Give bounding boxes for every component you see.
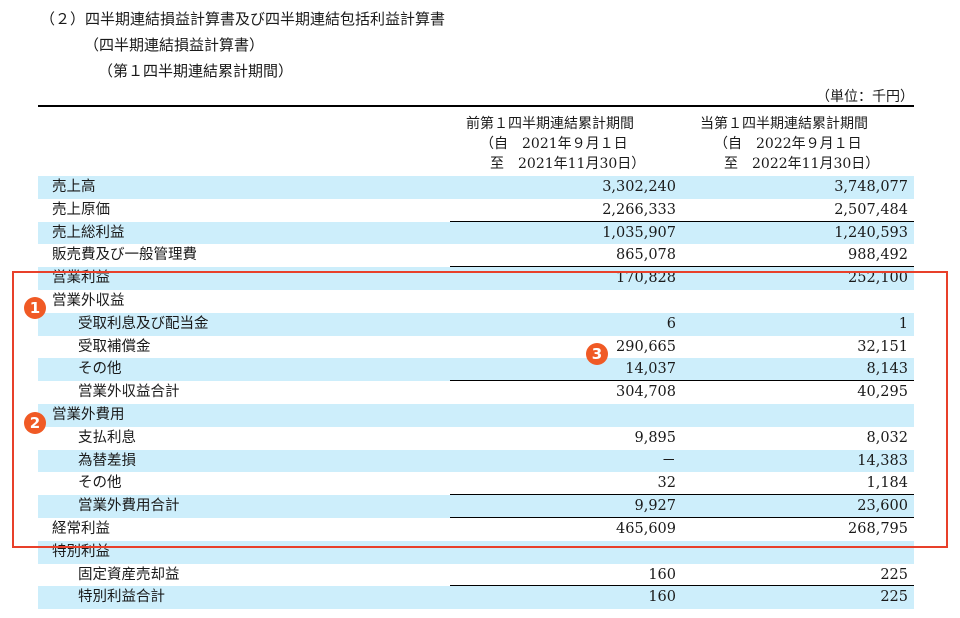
row-value-curr: 3,748,077	[834, 179, 908, 195]
statement-subtitle: （四半期連結損益計算書）	[84, 36, 265, 54]
row-value-curr: 225	[880, 589, 908, 606]
statement-title: （２）四半期連結損益計算書及び四半期連結包括利益計算書	[40, 10, 446, 28]
column-curr-title: 当第１四半期連結累計期間	[700, 116, 868, 132]
row-value-prev: 865,078	[616, 247, 676, 264]
row-value-curr: 1,240,593	[834, 224, 908, 241]
row-value-curr: 988,492	[848, 247, 908, 264]
highlight-box	[12, 271, 948, 548]
row-value-prev: 3,302,240	[602, 179, 676, 195]
column-prev-title: 前第１四半期連結累計期間	[466, 116, 634, 132]
column-header-prev: 前第１四半期連結累計期間 （自 2021年９月１日 至 2021年11月30日）	[466, 114, 645, 174]
row-label: 販売費及び一般管理費	[52, 247, 197, 264]
row-value-prev: 160	[648, 589, 676, 606]
row-label: 売上総利益	[52, 224, 125, 241]
row-value-prev: 2,266,333	[602, 201, 676, 218]
table-row: 売上原価 2,266,333 2,507,484	[38, 199, 914, 222]
period-subtitle: （第１四半期連結累計期間）	[98, 62, 294, 80]
table-row: 売上総利益 1,035,907 1,240,593	[38, 221, 914, 245]
row-label: 売上高	[52, 179, 96, 195]
unit-label: （単位：千円）	[816, 89, 914, 105]
row-value-prev: 160	[648, 566, 676, 583]
table-row: 固定資産売却益 160 225	[38, 564, 914, 587]
table-top-rule	[38, 105, 914, 107]
row-label: 売上原価	[52, 201, 110, 218]
annotation-badge-2: 2	[24, 412, 46, 434]
row-value-curr: 225	[880, 566, 908, 583]
row-label: 固定資産売却益	[78, 566, 180, 583]
table-row: 特別利益合計 160 225	[38, 586, 914, 610]
column-curr-from: （自 2022年９月１日	[714, 136, 862, 152]
table-row: 売上高 3,302,240 3,748,077	[38, 176, 914, 199]
row-value-curr: 2,507,484	[834, 201, 908, 218]
table-row: 販売費及び一般管理費 865,078 988,492	[38, 244, 914, 267]
annotation-badge-3: 3	[586, 343, 608, 365]
column-curr-to: 至 2022年11月30日）	[724, 156, 880, 172]
column-prev-to: 至 2021年11月30日）	[490, 156, 646, 172]
annotation-badge-1: 1	[24, 297, 46, 319]
column-prev-from: （自 2021年９月１日	[480, 136, 628, 152]
column-header-curr: 当第１四半期連結累計期間 （自 2022年９月１日 至 2022年11月30日）	[700, 114, 879, 174]
row-value-prev: 1,035,907	[602, 224, 676, 241]
row-label: 特別利益合計	[78, 589, 165, 606]
